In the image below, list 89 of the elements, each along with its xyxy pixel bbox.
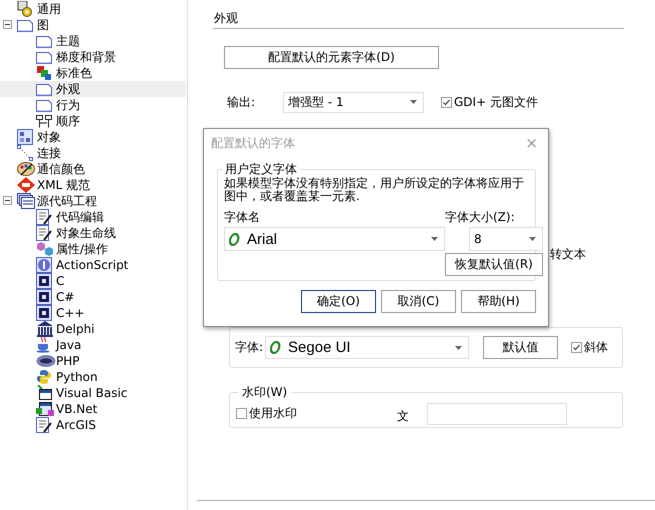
- page-icon: [36, 98, 52, 112]
- checkbox-label: GDI+ 元图文件: [454, 94, 538, 110]
- section-title: 外观: [214, 10, 238, 26]
- checkbox[interactable]: [236, 408, 247, 419]
- description-text: 如果模型字体没有特别指定，用户所设定的字体将应用于图中，或者覆盖某一元素.: [224, 177, 525, 203]
- tree-item[interactable]: Python: [0, 369, 186, 385]
- checkbox-label: 使用水印: [249, 405, 297, 422]
- diamond-icon: [17, 177, 35, 193]
- tree-item[interactable]: 代码编辑: [0, 209, 186, 225]
- font-dropdown[interactable]: Segoe UI: [265, 336, 470, 359]
- tree-item[interactable]: 主题: [0, 33, 186, 49]
- group-legend: 用户定义字体: [222, 161, 300, 177]
- document-pen-icon: [36, 209, 52, 225]
- oval-icon: [36, 354, 56, 368]
- grid-icon: [17, 129, 33, 145]
- page-icon: [36, 50, 52, 64]
- document-pen-icon: [36, 225, 52, 241]
- group-legend: 水印(W): [238, 384, 292, 400]
- square-badge-icon: [36, 289, 52, 305]
- tree-item[interactable]: Delphi: [0, 321, 186, 337]
- tree-item[interactable]: C: [0, 273, 186, 289]
- checkbox[interactable]: [571, 342, 582, 353]
- collapse-icon[interactable]: [3, 20, 12, 29]
- tree-item[interactable]: 通用: [0, 1, 186, 17]
- stacked-pages-icon: [17, 193, 35, 209]
- reset-button[interactable]: 恢复默认值(R): [445, 253, 543, 276]
- font-button[interactable]: 配置默认的元素字体(D): [224, 46, 439, 69]
- palette-icon: [17, 161, 35, 177]
- tree-item[interactable]: 属性/操作: [0, 241, 186, 257]
- default-button[interactable]: 默认值: [483, 336, 558, 359]
- tree-item[interactable]: C#: [0, 289, 186, 305]
- tree-item[interactable]: 图: [0, 17, 186, 33]
- font-o-icon: [229, 232, 240, 246]
- tree-item[interactable]: 对象: [0, 129, 186, 145]
- checkbox[interactable]: [441, 96, 452, 108]
- tree-item[interactable]: 梯度和背景: [0, 49, 186, 65]
- caret-icon: [431, 237, 438, 241]
- tree-item[interactable]: 顺序: [0, 113, 186, 129]
- document-pen-icon: [36, 417, 52, 433]
- font-label: 字体:: [235, 339, 264, 356]
- square-badge-icon: [36, 273, 52, 289]
- tree-item[interactable]: XML 规范: [0, 177, 186, 193]
- cubes-icon: [36, 241, 54, 257]
- tree-item[interactable]: 外观: [0, 81, 186, 97]
- dialog-button[interactable]: 帮助(H): [461, 290, 536, 313]
- square-badge-icon: [36, 305, 52, 321]
- text-label: 文: [397, 408, 409, 425]
- tree-item[interactable]: ArcGIS: [0, 417, 186, 433]
- page-icon: [17, 18, 33, 32]
- circle-badge-icon: [36, 257, 52, 273]
- tree-item[interactable]: Visual Basic: [0, 385, 186, 401]
- window-icon: [36, 385, 54, 401]
- sequence-icon: [36, 114, 52, 128]
- cup-icon: [36, 337, 52, 353]
- tree-item[interactable]: VB.Net: [0, 401, 186, 417]
- text-field[interactable]: [427, 402, 567, 424]
- dialog-button[interactable]: 确定(O): [301, 290, 376, 313]
- tree-item[interactable]: 源代码工程: [0, 193, 186, 209]
- connector-icon: [17, 145, 33, 161]
- window-icon: [36, 401, 54, 417]
- page-icon: [36, 34, 52, 48]
- temple-icon: [36, 321, 54, 337]
- dialog-button[interactable]: 取消(C): [381, 290, 456, 313]
- field-label: 字体大小(Z):: [445, 209, 515, 226]
- tree-item[interactable]: Java: [0, 337, 186, 353]
- tree-item[interactable]: 连接: [0, 145, 186, 161]
- collapse-icon[interactable]: [3, 196, 12, 205]
- checkbox-label: 斜体: [584, 339, 608, 356]
- dialog-title: 配置默认的字体: [211, 134, 295, 152]
- tree-item[interactable]: 通信颜色: [0, 161, 186, 177]
- color-squares-icon: [36, 65, 52, 81]
- caret-icon: [410, 100, 417, 104]
- page-icon: [36, 82, 52, 96]
- tree-item[interactable]: 标准色: [0, 65, 186, 81]
- caret-icon: [455, 346, 462, 350]
- tree-item[interactable]: PHP: [0, 353, 186, 369]
- output-label: 输出:: [227, 94, 256, 110]
- font-name-dropdown[interactable]: Arial: [224, 227, 445, 251]
- tree-item[interactable]: C++: [0, 305, 186, 321]
- field-label: 字体名: [224, 209, 260, 226]
- output-dropdown[interactable]: 增强型 - 1: [283, 92, 424, 112]
- tree-item[interactable]: 对象生命线: [0, 225, 186, 241]
- caret-icon: [529, 237, 536, 241]
- tree-item[interactable]: ActionScript: [0, 257, 186, 273]
- font-size-dropdown[interactable]: 8: [469, 227, 543, 251]
- tree-item[interactable]: 行为: [0, 97, 186, 113]
- checkbox-label: 转文本: [550, 246, 586, 263]
- font-o-icon: [270, 341, 282, 354]
- two-tone-icon: [36, 369, 52, 385]
